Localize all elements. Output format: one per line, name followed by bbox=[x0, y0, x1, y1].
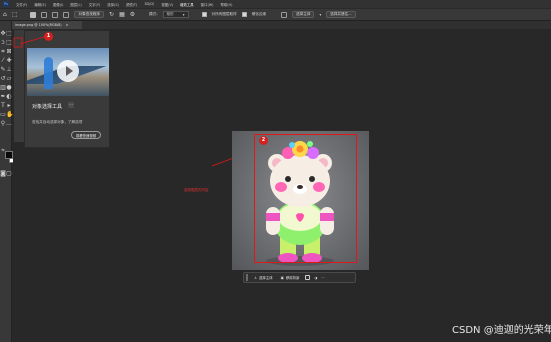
annotation-arrow-1 bbox=[19, 36, 45, 45]
contextual-task-bar: ♙ 选择主体 ▣ 移除背景 ◑ ··· bbox=[243, 272, 356, 283]
more-options-icon[interactable]: ··· bbox=[321, 276, 324, 280]
tool-highlight-box bbox=[13, 37, 23, 48]
select-subject-label: 选择主体 bbox=[259, 276, 273, 280]
annotation-badge-1: 1 bbox=[44, 32, 53, 41]
select-subject-button[interactable]: ♙ 选择主体 bbox=[252, 274, 275, 281]
drag-handle[interactable] bbox=[246, 274, 248, 281]
person-icon: ♙ bbox=[254, 275, 258, 280]
watermark-text: CSDN @迪迦的光荣年华 bbox=[452, 325, 551, 336]
mask-icon[interactable]: ◑ bbox=[314, 276, 317, 280]
remove-background-button[interactable]: ▣ 移除背景 bbox=[279, 274, 302, 281]
image-icon: ▣ bbox=[280, 275, 284, 280]
annotation-note: 选择图层的内容 bbox=[184, 188, 209, 192]
foreground-color-swatch[interactable] bbox=[5, 151, 13, 159]
remove-background-label: 移除背景 bbox=[285, 276, 300, 280]
selection-annotation-box bbox=[254, 134, 357, 263]
annotation-badge-2: 2 bbox=[259, 136, 268, 145]
transform-icon[interactable] bbox=[305, 275, 311, 280]
